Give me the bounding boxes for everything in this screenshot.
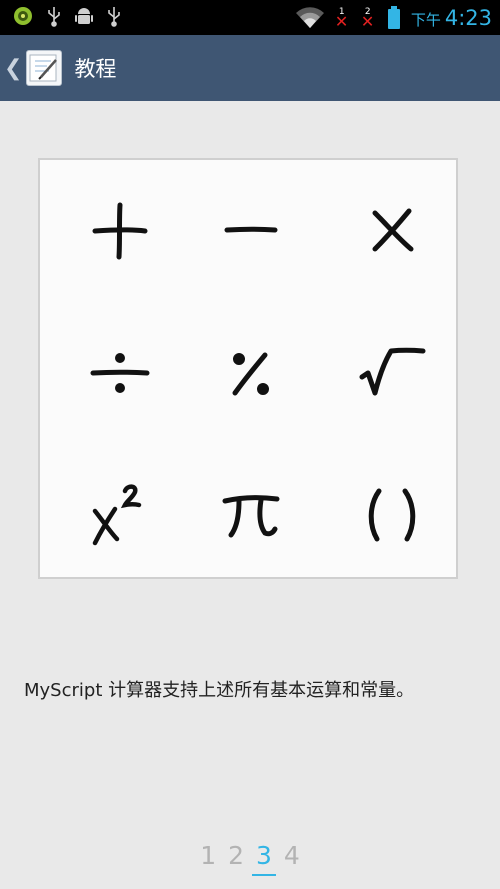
clock: 下午 4:23 <box>411 6 492 30</box>
status-bar: 1 ✕ 2 ✕ 下午 4:23 <box>0 0 500 35</box>
page-indicator-4[interactable]: 4 <box>284 842 300 870</box>
plus-symbol <box>50 160 190 300</box>
back-chevron-icon: ❮ <box>4 55 23 81</box>
usb-icon <box>46 5 62 27</box>
percent-symbol <box>180 302 320 442</box>
clock-time: 4:23 <box>444 5 492 30</box>
sim2-no-signal-icon: 2 ✕ <box>361 5 377 31</box>
page-indicator-1[interactable]: 1 <box>200 842 216 870</box>
up-button[interactable]: ❮ <box>0 35 63 101</box>
wifi-icon <box>295 6 325 29</box>
usb-icon <box>106 5 122 27</box>
pi-symbol <box>180 444 320 584</box>
symbols-grid <box>40 160 456 577</box>
app-logo-icon <box>26 50 63 86</box>
divide-symbol <box>50 302 190 442</box>
system-icons: 1 ✕ 2 ✕ 下午 4:23 <box>295 0 492 35</box>
app-notification-icon <box>12 5 34 27</box>
no-signal-icon: ✕ <box>360 11 375 31</box>
page-indicator: 1 2 3 4 <box>0 830 500 876</box>
tutorial-description: MyScript 计算器支持上述所有基本运算和常量。 <box>24 680 415 701</box>
page-indicator-3[interactable]: 3 <box>252 842 276 876</box>
page-title: 教程 <box>74 57 117 81</box>
notification-icons <box>12 5 122 27</box>
android-debug-icon <box>74 5 94 27</box>
page-indicator-2[interactable]: 2 <box>228 842 244 870</box>
times-symbol <box>322 160 462 300</box>
clock-ampm: 下午 <box>410 10 441 29</box>
battery-icon <box>387 5 401 30</box>
sim1-no-signal-icon: 1 ✕ <box>335 5 351 31</box>
symbols-card <box>38 158 458 579</box>
action-bar: ❮ 教程 <box>0 35 500 101</box>
no-signal-icon: ✕ <box>334 11 349 31</box>
x-squared-symbol <box>50 444 190 584</box>
sqrt-symbol <box>322 302 462 442</box>
minus-symbol <box>180 160 320 300</box>
parentheses-symbol <box>322 444 462 584</box>
